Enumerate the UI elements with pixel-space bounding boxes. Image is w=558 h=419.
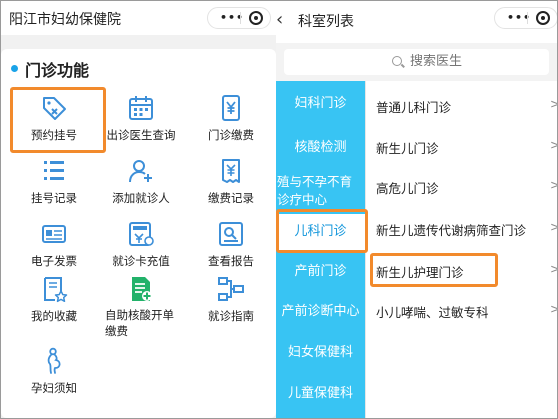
clinic-item[interactable]: 高危儿门诊 bbox=[376, 178, 439, 197]
nucleic-doc-icon bbox=[132, 277, 152, 301]
clinic-item[interactable]: 普通儿科门诊 bbox=[376, 97, 451, 116]
feature-label: 出诊医生查询 bbox=[106, 128, 176, 142]
search-input[interactable] bbox=[410, 54, 530, 69]
capsule-divider bbox=[240, 12, 241, 24]
chevron-right-icon: > bbox=[550, 262, 558, 276]
feature-label: 添加就诊人 bbox=[112, 191, 170, 205]
feature-my-favorites[interactable]: 我的收藏 bbox=[9, 275, 99, 335]
feature-e-invoice[interactable]: 电子发票 bbox=[9, 220, 99, 280]
feature-label: 就诊卡充值 bbox=[112, 254, 170, 268]
feature-self-nucleic-test[interactable]: 自助核酸开单缴费 bbox=[96, 275, 186, 345]
hospital-name: 阳江市妇幼保健院 bbox=[9, 12, 121, 28]
chevron-right-icon: > bbox=[550, 138, 558, 152]
yuan-phone-icon bbox=[222, 95, 240, 121]
clinic-item[interactable]: 小儿哮喘、过敏专科 bbox=[376, 302, 489, 321]
miniprogram-capsule[interactable]: ••• bbox=[494, 7, 558, 29]
nav-bar: 阳江市妇幼保健院 ••• bbox=[1, 1, 276, 35]
capsule-divider bbox=[527, 12, 528, 24]
chevron-right-icon: > bbox=[550, 302, 558, 316]
feature-view-report[interactable]: 查看报告 bbox=[186, 220, 276, 280]
chevron-right-icon: > bbox=[550, 220, 558, 234]
add-person-icon bbox=[129, 160, 152, 183]
highlight-newborn-care bbox=[370, 253, 498, 287]
feature-doctor-schedule[interactable]: 出诊医生查询 bbox=[96, 94, 186, 154]
section-bullet-icon bbox=[11, 65, 18, 72]
department-item[interactable]: 妇科门诊 bbox=[276, 95, 365, 113]
feature-outpatient-payment[interactable]: 门诊缴费 bbox=[186, 94, 276, 154]
invoice-card-icon bbox=[42, 225, 66, 243]
department-item[interactable]: 妇女保健科 bbox=[276, 344, 365, 362]
feature-pregnancy-notice[interactable]: 孕妇须知 bbox=[9, 347, 99, 407]
hospital-home-panel: 阳江市妇幼保健院 ••• 门诊功能 预约挂号 出诊医生查询 门诊缴费 挂号记录 … bbox=[1, 1, 276, 418]
feature-label: 缴费记录 bbox=[208, 191, 254, 205]
department-item[interactable]: 殖与不孕不育诊疗中心 bbox=[276, 173, 365, 209]
flow-guide-icon bbox=[218, 277, 244, 301]
clinic-item[interactable]: 新生儿门诊 bbox=[376, 138, 439, 157]
search-icon bbox=[392, 56, 402, 66]
feature-label: 查看报告 bbox=[208, 254, 254, 268]
favorite-doc-icon bbox=[44, 277, 68, 303]
department-label: 殖与不孕不育诊疗中心 bbox=[277, 174, 353, 207]
feature-label: 电子发票 bbox=[31, 254, 77, 268]
feature-registration-records[interactable]: 挂号记录 bbox=[9, 157, 99, 217]
highlight-pediatrics bbox=[276, 209, 368, 253]
department-item[interactable]: 核酸检测 bbox=[276, 139, 365, 157]
feature-label: 挂号记录 bbox=[31, 191, 77, 205]
department-item[interactable]: 儿童保健科 bbox=[276, 385, 365, 403]
calendar-icon bbox=[129, 96, 153, 120]
report-search-icon bbox=[219, 222, 243, 246]
miniprogram-capsule[interactable]: ••• bbox=[207, 7, 271, 29]
back-arrow-icon[interactable]: ‹ bbox=[276, 9, 283, 30]
department-item[interactable]: 产前门诊 bbox=[276, 263, 365, 281]
feature-visit-guide[interactable]: 就诊指南 bbox=[186, 275, 276, 335]
feature-label: 自助核酸开单缴费 bbox=[105, 308, 174, 338]
feature-card-recharge[interactable]: 就诊卡充值 bbox=[96, 220, 186, 280]
feature-label: 孕妇须知 bbox=[31, 381, 77, 395]
feature-label: 门诊缴费 bbox=[208, 128, 254, 142]
clinic-item[interactable]: 新生儿遗传代谢病筛查门诊 bbox=[376, 220, 526, 239]
page-title: 科室列表 bbox=[298, 14, 354, 30]
feature-label: 就诊指南 bbox=[208, 309, 254, 323]
card-refill-icon bbox=[129, 222, 154, 246]
chevron-right-icon: > bbox=[550, 178, 558, 192]
list-icon bbox=[44, 161, 64, 180]
nav-bar: ‹ 科室列表 ••• bbox=[276, 1, 558, 41]
feature-add-patient[interactable]: 添加就诊人 bbox=[96, 157, 186, 217]
section-title: 门诊功能 bbox=[25, 61, 90, 80]
department-list-panel: ‹ 科室列表 ••• 妇科门诊 核酸检测 殖与不孕不育诊疗中心 儿科门诊 产前门… bbox=[276, 1, 558, 418]
feature-label: 我的收藏 bbox=[31, 309, 77, 323]
receipt-icon bbox=[222, 159, 240, 183]
search-bar bbox=[276, 43, 557, 81]
department-item[interactable]: 产前诊断中心 bbox=[276, 303, 365, 321]
search-box[interactable] bbox=[284, 49, 549, 75]
close-miniprogram-icon[interactable] bbox=[536, 11, 550, 25]
close-miniprogram-icon[interactable] bbox=[249, 11, 263, 25]
pregnant-icon bbox=[47, 347, 61, 374]
chevron-right-icon: > bbox=[550, 97, 558, 111]
feature-payment-records[interactable]: 缴费记录 bbox=[186, 157, 276, 217]
highlight-book-appointment bbox=[10, 87, 106, 153]
